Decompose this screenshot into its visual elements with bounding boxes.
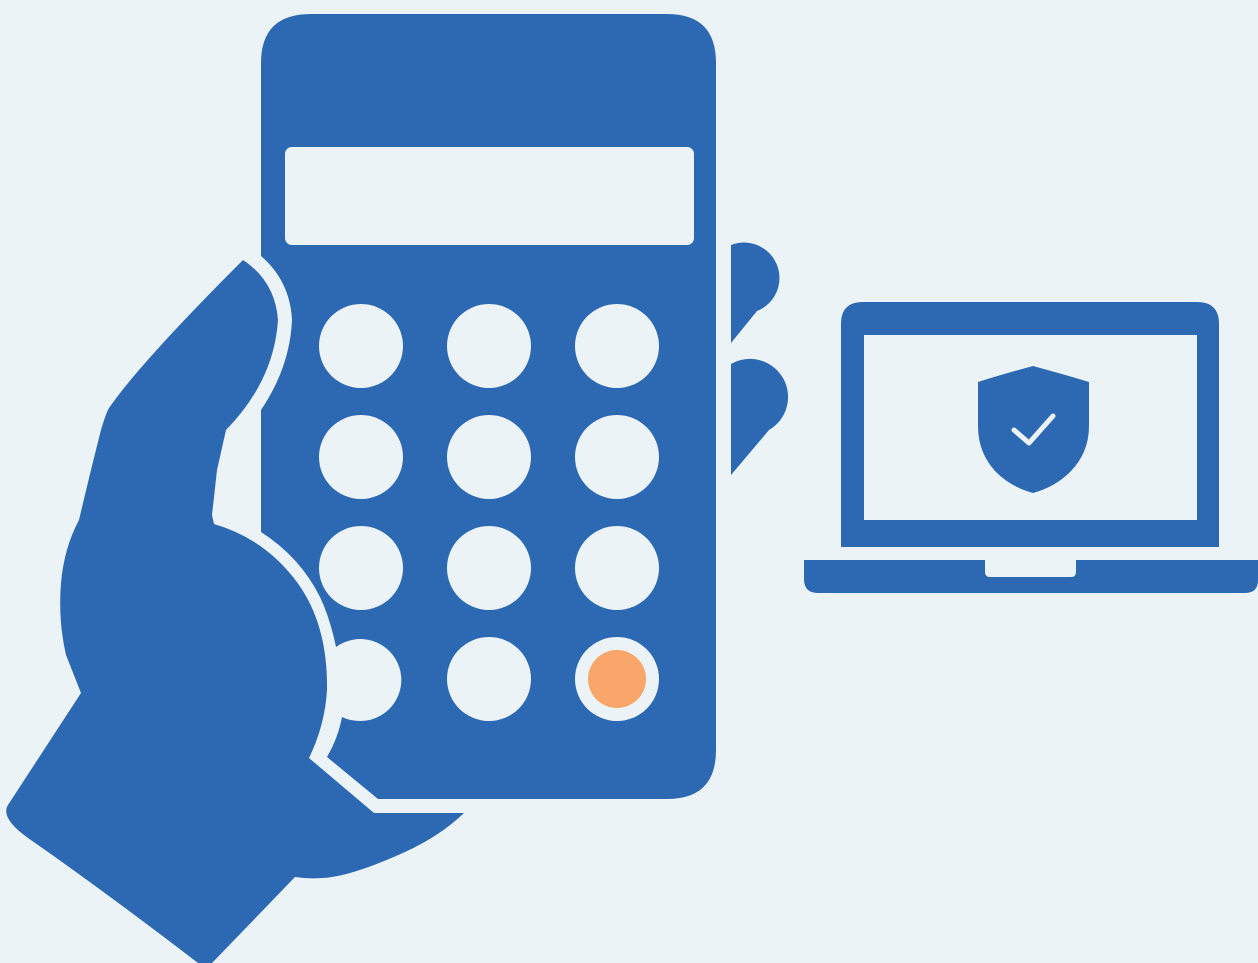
- key-r2-c1: [319, 415, 403, 499]
- key-r3-c2: [447, 526, 531, 610]
- key-r3-c1: [319, 526, 403, 610]
- key-r4-c2: [447, 637, 531, 721]
- key-r1-c3: [575, 304, 659, 388]
- key-r1-c1: [319, 304, 403, 388]
- token-display: [285, 147, 694, 245]
- two-factor-authentication-illustration: [0, 0, 1258, 963]
- highlighted-key-indicator: [588, 650, 646, 708]
- key-r1-c2: [447, 304, 531, 388]
- illustration-canvas: [0, 0, 1258, 963]
- key-r2-c2: [447, 415, 531, 499]
- key-r2-c3: [575, 415, 659, 499]
- key-r3-c3: [575, 526, 659, 610]
